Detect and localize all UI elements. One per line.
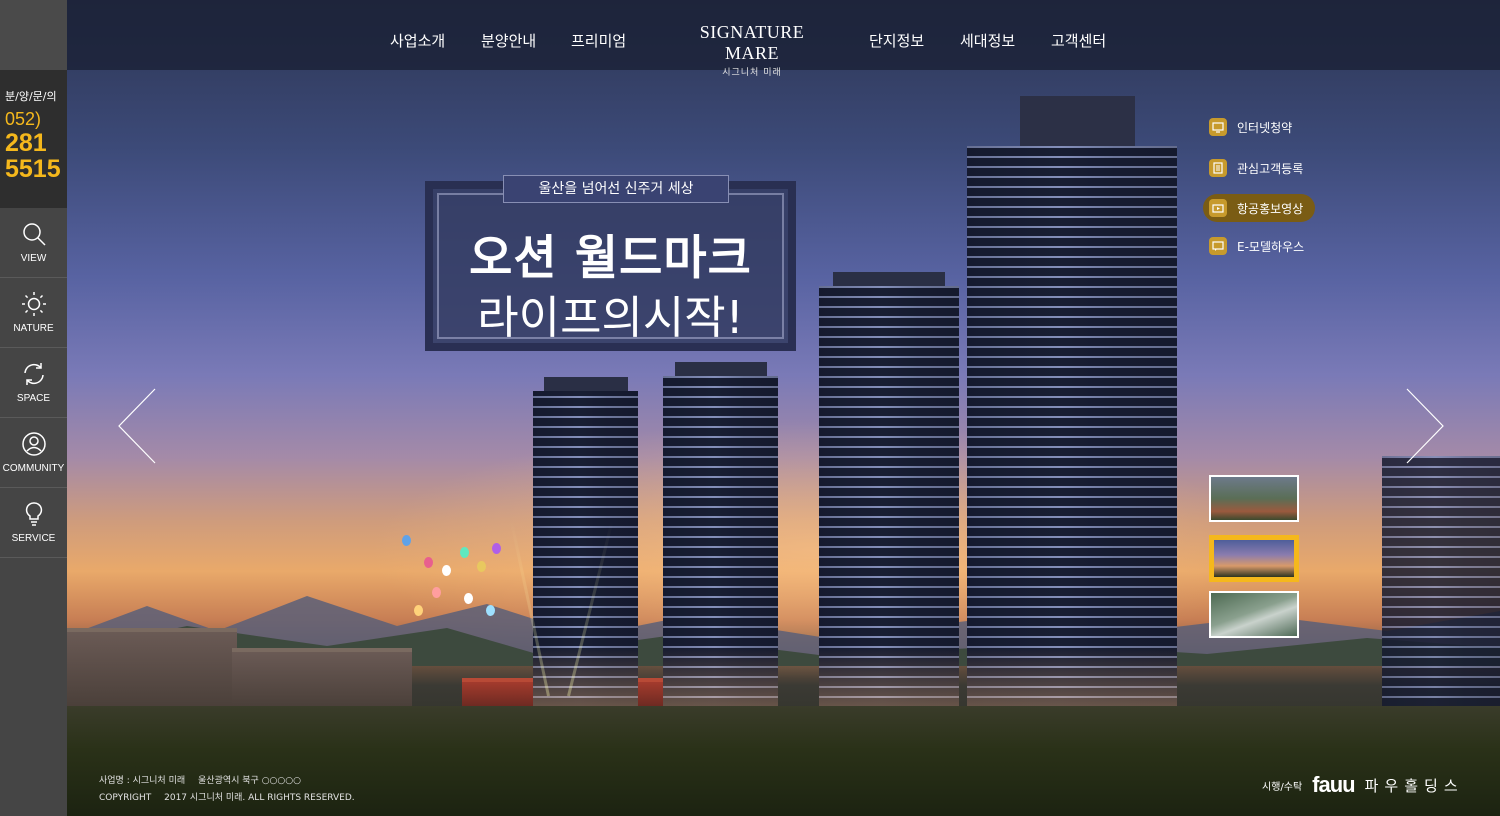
phone-area-code: 052): [5, 109, 42, 129]
sidebar-item-community[interactable]: COMMUNITY: [0, 418, 67, 488]
quick-menu-label: 인터넷청약: [1237, 120, 1293, 135]
nav-item-sales-info[interactable]: 분양안내: [481, 30, 536, 51]
sidebar-item-label: SPACE: [16, 393, 51, 404]
sidebar-item-view[interactable]: VIEW: [0, 208, 67, 278]
nav-item-business-intro[interactable]: 사업소개: [390, 30, 445, 51]
headline-sub: 라이프의시작!: [477, 291, 744, 344]
balloons: [402, 535, 512, 625]
footer-info: 사업명 : 시그니처 미래 울산광역시 북구 ○○○○○ COPYRIGHT 2…: [99, 773, 365, 807]
footer-address: 울산광역시 북구 ○○○○○: [198, 776, 301, 786]
nav-item-complex-info[interactable]: 단지정보: [869, 30, 924, 51]
quick-menu-interest-registration[interactable]: 관심고객등록: [1203, 154, 1315, 182]
sun-icon: [21, 292, 46, 316]
quick-menu-label: 항공홍보영상: [1237, 201, 1304, 216]
brand-subtitle: 시그니처 미래: [722, 68, 782, 78]
prev-slide-arrow[interactable]: [117, 388, 157, 464]
lightbulb-icon: [25, 502, 42, 526]
refresh-icon: [23, 363, 44, 385]
quick-menu-internet-subscription[interactable]: 인터넷청약: [1203, 113, 1304, 141]
builder-company-name: 파우홀딩스: [1364, 776, 1464, 795]
nav-item-premium[interactable]: 프리미엄: [571, 30, 626, 51]
top-navigation: 사업소개 분양안내 프리미엄 SIGNATURE MARE 시그니처 미래 단지…: [67, 0, 1500, 78]
footer-copyright-label: COPYRIGHT: [99, 793, 152, 803]
user-icon: [21, 432, 46, 456]
sidebar-item-label: VIEW: [20, 253, 47, 264]
chat-icon: [1209, 237, 1227, 255]
sidebar-item-space[interactable]: SPACE: [0, 348, 67, 418]
quick-menu-aerial-video[interactable]: 항공홍보영상: [1203, 194, 1316, 222]
tower-1: [533, 377, 638, 706]
video-icon: [1209, 199, 1227, 217]
nav-item-customer-center[interactable]: 고객센터: [1051, 30, 1106, 51]
lowrise-building: [232, 648, 412, 706]
footer-business-row: 사업명 : 시그니처 미래 울산광역시 북구 ○○○○○: [99, 773, 365, 790]
sales-inquiry-box[interactable]: 분/양/문/의 052) 281 5515: [0, 70, 67, 208]
next-slide-arrow[interactable]: [1405, 388, 1445, 464]
tower-right: [1382, 456, 1500, 706]
slide-thumbnail-3[interactable]: [1209, 591, 1299, 638]
phone-number-part2: 5515: [5, 155, 61, 183]
sidebar-top: [0, 0, 67, 70]
headline-tagline: 울산을 넘어선 신주거 세상: [503, 175, 729, 203]
builder-logo: fauu: [1312, 772, 1355, 797]
quick-menu-e-model-house[interactable]: E-모델하우스: [1203, 232, 1316, 260]
footer-business-name: 사업명 : 시그니처 미래: [99, 776, 186, 786]
document-icon: [1209, 159, 1227, 177]
phone-title: 분/양/문/의: [5, 90, 57, 103]
brand-name: SIGNATURE MARE: [699, 22, 805, 63]
nav-item-unit-info[interactable]: 세대정보: [960, 30, 1015, 51]
sidebar-item-label: COMMUNITY: [2, 463, 65, 474]
quick-menu-label: 관심고객등록: [1237, 161, 1304, 176]
builder-credit: 시행/수탁 fauu 파우홀딩스: [1262, 772, 1464, 798]
headline-box: 울산을 넘어선 신주거 세상 오션 월드마크 라이프의시작!: [425, 175, 796, 351]
tower-3: [819, 272, 959, 706]
tower-4: [967, 96, 1177, 706]
sidebar-item-label: SERVICE: [11, 533, 56, 544]
footer-copyright-row: COPYRIGHT 2017 시그니처 미래. ALL RIGHTS RESER…: [99, 790, 365, 807]
sidebar-item-service[interactable]: SERVICE: [0, 488, 67, 558]
left-sidebar: 분/양/문/의 052) 281 5515 VIEW NATURE SPACE …: [0, 0, 67, 816]
slide-thumbnail-2[interactable]: [1209, 535, 1299, 582]
sidebar-item-nature[interactable]: NATURE: [0, 278, 67, 348]
search-icon: [22, 223, 46, 246]
footer-copyright-text: 2017 시그니처 미래. ALL RIGHTS RESERVED.: [164, 793, 355, 803]
quick-menu-label: E-모델하우스: [1237, 239, 1305, 254]
monitor-icon: [1209, 118, 1227, 136]
phone-number-part1: 281: [5, 129, 47, 157]
builder-label: 시행/수탁: [1262, 781, 1303, 793]
headline-main: 오션 월드마크: [469, 231, 752, 286]
tower-2: [663, 362, 778, 706]
brand-logo[interactable]: SIGNATURE MARE 시그니처 미래: [682, 22, 822, 78]
slide-thumbnail-1[interactable]: [1209, 475, 1299, 522]
lowrise-building: [67, 628, 237, 706]
sidebar-item-label: NATURE: [13, 323, 54, 334]
